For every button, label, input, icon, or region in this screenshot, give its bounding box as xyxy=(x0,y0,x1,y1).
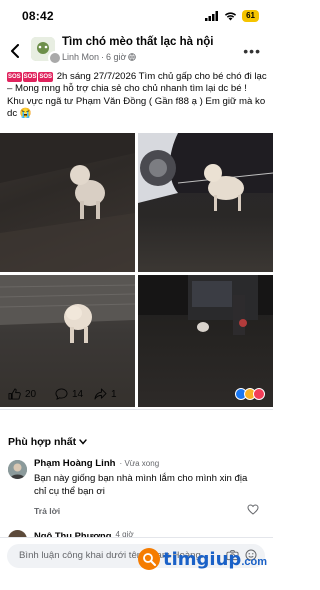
status-indicators: 61 xyxy=(205,10,259,22)
comment-item: Phạm Hoàng Linh · Vừa xong Bạn này giống… xyxy=(34,458,254,498)
comment-icon xyxy=(55,388,68,400)
crying-emoji-icon: 😭 xyxy=(19,108,32,120)
chevron-down-icon xyxy=(79,439,87,445)
post-body: SOS SOS SOS 2h sáng 27/7/2026 Tìm chủ gấp … xyxy=(7,71,269,121)
post-text-line2: Khu vực ngã tư Phạm Văn Đồng ( Gần f88 ạ… xyxy=(7,95,266,120)
comment-author[interactable]: Phạm Hoàng Linh xyxy=(34,458,116,469)
post-header: Tìm chó mèo thất lạc hà nội Linh Mon · 6… xyxy=(0,33,273,69)
watermark-suffix: .com xyxy=(241,555,267,568)
post-photo-1[interactable] xyxy=(0,133,135,272)
like-count: 20 xyxy=(25,388,37,400)
share-count: 1 xyxy=(111,388,117,400)
sos-icon: SOS xyxy=(38,72,54,82)
comment-time: · Vừa xong xyxy=(119,459,160,468)
comment-text: Bạn này giống bạn nhà mình lắm cho mình … xyxy=(34,473,248,497)
author-name[interactable]: Linh Mon xyxy=(62,52,99,62)
share-icon xyxy=(94,388,107,400)
group-name[interactable]: Tìm chó mèo thất lạc hà nội xyxy=(62,36,213,48)
signal-icon xyxy=(205,11,219,21)
sort-label: Phù hợp nhất xyxy=(8,436,77,448)
post-photo-2[interactable] xyxy=(138,133,273,272)
author-avatar[interactable] xyxy=(48,51,62,65)
avatar-photo xyxy=(8,460,27,479)
separator-dot: · xyxy=(101,52,105,62)
magnifier-icon xyxy=(138,548,161,570)
dog-photo-2 xyxy=(138,133,273,211)
love-reaction-icon xyxy=(253,388,265,400)
back-button[interactable] xyxy=(6,42,24,60)
post-meta: Linh Mon · 6 giờ xyxy=(62,52,137,62)
more-options-button[interactable]: ••• xyxy=(243,43,261,59)
heart-outline-icon xyxy=(247,504,259,515)
share-button[interactable]: 1 xyxy=(94,388,117,400)
thumbs-up-icon xyxy=(8,388,21,400)
watermark-brand: timgiup xyxy=(163,548,242,570)
watermark-logo: timgiup .com xyxy=(138,548,267,570)
status-bar: 08:42 61 xyxy=(0,0,273,30)
status-time: 08:42 xyxy=(22,9,54,23)
comment-like-button[interactable] xyxy=(247,502,259,520)
comment-button[interactable]: 14 xyxy=(55,388,83,400)
globe-icon xyxy=(128,53,137,61)
reply-button[interactable]: Trả lời xyxy=(34,506,60,516)
reactions-bar: 20 14 1 xyxy=(0,380,273,410)
sos-icon: SOS xyxy=(22,72,38,82)
commenter-avatar[interactable] xyxy=(8,460,27,479)
reaction-summary[interactable] xyxy=(235,388,265,400)
wifi-icon xyxy=(224,12,237,21)
sos-icon: SOS xyxy=(7,72,22,82)
comment-sort-dropdown[interactable]: Phù hợp nhất xyxy=(8,436,87,448)
comment-count: 14 xyxy=(72,388,84,400)
like-button[interactable]: 20 xyxy=(8,388,36,400)
chevron-left-icon xyxy=(11,44,19,58)
post-time: 6 giờ xyxy=(106,52,127,62)
comment-time-value: Vừa xong xyxy=(124,459,160,468)
dog-photo-1 xyxy=(0,133,135,272)
battery-icon: 61 xyxy=(242,10,259,22)
